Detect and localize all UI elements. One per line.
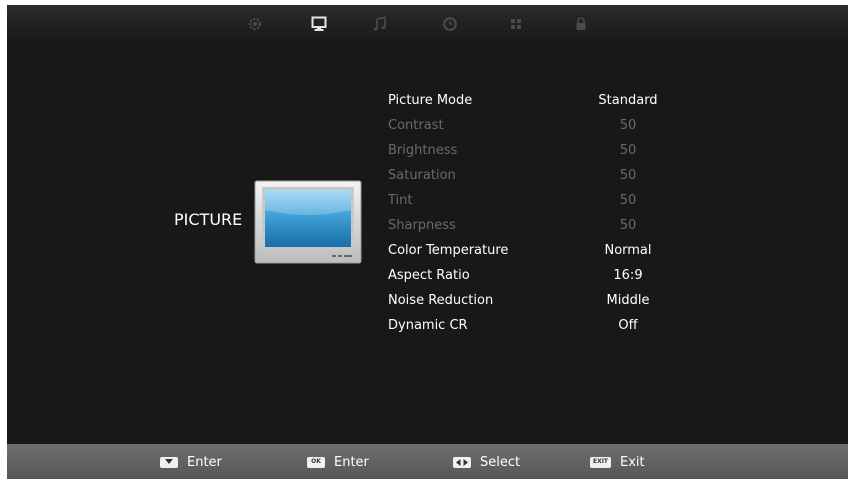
menu-item-value: Off bbox=[618, 318, 638, 333]
hint-enter-ok: OK Enter bbox=[307, 454, 369, 470]
menu-item-label: Noise Reduction bbox=[388, 293, 494, 308]
menu-item-tint: Tint 50 bbox=[388, 193, 708, 213]
menu-item-label: Picture Mode bbox=[388, 93, 473, 108]
menu-item-noise-reduction[interactable]: Noise Reduction Middle bbox=[388, 293, 708, 313]
menu-item-value: 16:9 bbox=[613, 268, 643, 283]
menu-tab-bar bbox=[7, 5, 848, 45]
tv-icon bbox=[254, 180, 362, 264]
picture-menu-panel: PICTURE Picture Mode Standard Contrast 5… bbox=[7, 45, 848, 444]
menu-item-value: Middle bbox=[606, 293, 650, 308]
menu-item-value: Normal bbox=[604, 243, 652, 258]
hint-enter-down: Enter bbox=[160, 454, 222, 470]
menu-item-picture-mode[interactable]: Picture Mode Standard bbox=[388, 93, 708, 113]
hint-select: Select bbox=[453, 454, 520, 470]
menu-item-value: 50 bbox=[619, 118, 637, 133]
down-arrow-key-icon bbox=[160, 456, 178, 468]
tab-option[interactable] bbox=[504, 12, 528, 36]
menu-item-contrast: Contrast 50 bbox=[388, 118, 708, 138]
tab-time[interactable] bbox=[438, 12, 462, 36]
hint-label: Exit bbox=[620, 454, 645, 470]
menu-item-label: Dynamic CR bbox=[388, 318, 468, 333]
key-hint-bar: Enter OK Enter Select EXIT Exit bbox=[7, 444, 848, 479]
menu-item-label: Sharpness bbox=[388, 218, 456, 233]
menu-screen: PICTURE Picture Mode Standard Contrast 5… bbox=[7, 5, 848, 479]
menu-item-label: Contrast bbox=[388, 118, 444, 133]
key-text: OK bbox=[311, 458, 321, 465]
menu-item-sharpness: Sharpness 50 bbox=[388, 218, 708, 238]
hint-label: Select bbox=[480, 454, 521, 470]
menu-item-value: 50 bbox=[619, 193, 637, 208]
ok-key-icon: OK bbox=[307, 456, 325, 468]
menu-item-saturation: Saturation 50 bbox=[388, 168, 708, 188]
menu-item-label: Color Temperature bbox=[388, 243, 509, 258]
menu-item-label: Brightness bbox=[388, 143, 458, 158]
section-title: PICTURE bbox=[174, 210, 243, 229]
menu-item-label: Saturation bbox=[388, 168, 456, 183]
tab-sound[interactable] bbox=[368, 12, 392, 36]
menu-item-brightness: Brightness 50 bbox=[388, 143, 708, 163]
menu-item-color-temperature[interactable]: Color Temperature Normal bbox=[388, 243, 708, 263]
menu-item-dynamic-cr[interactable]: Dynamic CR Off bbox=[388, 318, 708, 338]
grid-icon bbox=[511, 19, 521, 29]
tab-picture[interactable] bbox=[307, 12, 331, 36]
lock-icon bbox=[576, 17, 586, 30]
hint-label: Enter bbox=[334, 454, 369, 470]
menu-item-value: 50 bbox=[619, 143, 637, 158]
left-right-key-icon bbox=[453, 456, 471, 468]
menu-item-value: 50 bbox=[619, 218, 637, 233]
tab-setup[interactable] bbox=[243, 12, 267, 36]
menu-item-aspect-ratio[interactable]: Aspect Ratio 16:9 bbox=[388, 268, 708, 288]
monitor-icon bbox=[311, 16, 327, 31]
menu-item-label: Aspect Ratio bbox=[388, 268, 470, 283]
menu-item-value: 50 bbox=[619, 168, 637, 183]
music-note-icon bbox=[373, 16, 386, 31]
exit-key-icon: EXIT bbox=[590, 456, 611, 468]
gear-icon bbox=[248, 17, 262, 31]
menu-item-value: Standard bbox=[598, 93, 658, 108]
menu-item-label: Tint bbox=[388, 193, 413, 208]
tab-lock[interactable] bbox=[569, 12, 593, 36]
hint-exit: EXIT Exit bbox=[590, 454, 645, 470]
key-text: EXIT bbox=[592, 458, 609, 465]
clock-icon bbox=[443, 17, 457, 31]
hint-label: Enter bbox=[187, 454, 222, 470]
